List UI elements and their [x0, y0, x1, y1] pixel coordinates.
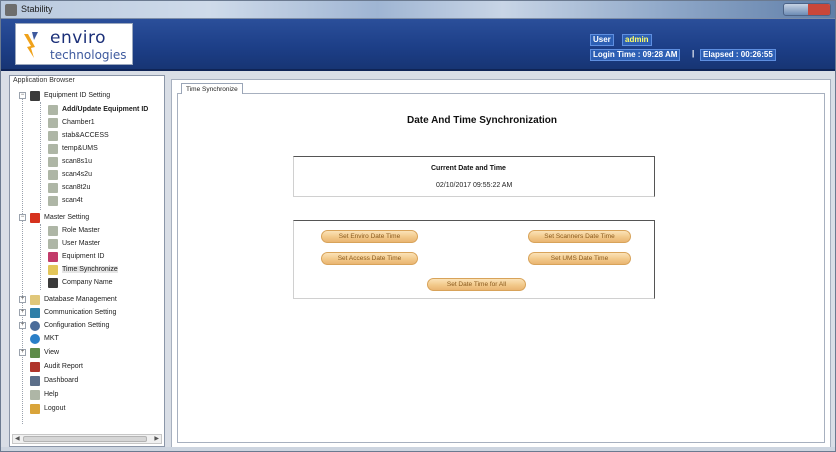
logo-text-technologies: technologies	[50, 48, 127, 62]
tree-item-stab-access[interactable]: stab&ACCESS	[48, 129, 109, 142]
tree-item-audit-report[interactable]: Audit Report	[30, 360, 83, 373]
tree-connector	[22, 92, 23, 424]
set-ums-datetime-button[interactable]: Set UMS Date Time	[528, 252, 631, 265]
set-access-datetime-button[interactable]: Set Access Date Time	[321, 252, 418, 265]
leaf-icon	[48, 104, 58, 115]
window-title: Stability	[21, 4, 53, 14]
title-bar: Stability	[1, 1, 835, 19]
bottom-edge	[1, 447, 835, 451]
tree-item-add-update-equipment-id[interactable]: Add/Update Equipment ID	[48, 103, 148, 116]
company-logo: enviro technologies	[15, 23, 133, 65]
leaf-icon	[48, 169, 58, 180]
header-separator: |	[692, 49, 695, 58]
leaf-icon	[48, 182, 58, 193]
tree-item-temp-ums[interactable]: temp&UMS	[48, 142, 98, 155]
tree-panel-title: Application Browser	[13, 77, 75, 84]
current-datetime-panel	[293, 156, 655, 197]
set-enviro-datetime-button[interactable]: Set Enviro Date Time	[321, 230, 418, 243]
expand-toggle[interactable]: +	[19, 322, 26, 329]
window-controls[interactable]	[783, 3, 831, 16]
tree-item-time-synchronize[interactable]: Time Synchronize	[48, 263, 118, 276]
leaf-icon	[48, 156, 58, 167]
user-icon	[48, 251, 58, 262]
clock-icon	[48, 264, 58, 275]
network-icon	[30, 307, 40, 318]
current-datetime-label: Current Date and Time	[431, 165, 506, 172]
tree-item-help[interactable]: Help	[30, 388, 58, 401]
tree-item-database-management[interactable]: Database Management	[30, 293, 117, 306]
tree-item-mkt[interactable]: MKT	[30, 332, 59, 345]
tree-item-scan4s2u[interactable]: scan4s2u	[48, 168, 92, 181]
tree-item-configuration-setting[interactable]: Configuration Setting	[30, 319, 109, 332]
tab-time-synchronize[interactable]: Time Synchronize	[181, 83, 243, 94]
tree-item-communication-setting[interactable]: Communication Setting	[30, 306, 116, 319]
logo-mark-icon	[24, 32, 38, 58]
tree-item-chamber1[interactable]: Chamber1	[48, 116, 95, 129]
dashboard-icon	[30, 375, 40, 386]
tree-item-equipment-id-setting[interactable]: Equipment ID Setting	[30, 89, 110, 102]
expand-toggle[interactable]: −	[19, 214, 26, 221]
leaf-icon	[48, 238, 58, 249]
logo-text-enviro: enviro	[50, 28, 107, 48]
globe-icon	[30, 333, 40, 344]
database-icon	[30, 294, 40, 305]
tree-item-user-master[interactable]: User Master	[48, 237, 100, 250]
tree-connector	[40, 102, 41, 210]
horizontal-scrollbar[interactable]: ◀ ▶	[12, 434, 162, 444]
expand-toggle[interactable]: +	[19, 296, 26, 303]
leaf-icon	[48, 195, 58, 206]
application-window: Stability enviro technologies User admin…	[0, 0, 836, 452]
logout-icon	[30, 403, 40, 414]
page-heading: Date And Time Synchronization	[407, 115, 558, 126]
expand-toggle[interactable]: +	[19, 309, 26, 316]
tree-item-master-setting[interactable]: Master Setting	[30, 211, 89, 224]
scrollbar-thumb[interactable]	[23, 436, 147, 442]
tree-item-view[interactable]: View	[30, 346, 59, 359]
gear-icon	[30, 320, 40, 331]
scroll-right-arrow-icon[interactable]: ▶	[154, 435, 159, 442]
leaf-icon	[48, 143, 58, 154]
expand-toggle[interactable]: +	[19, 349, 26, 356]
tree-item-dashboard[interactable]: Dashboard	[30, 374, 78, 387]
tree-item-role-master[interactable]: Role Master	[48, 224, 100, 237]
grid-icon	[30, 347, 40, 358]
current-datetime-value: 02/10/2017 09:55:22 AM	[436, 182, 513, 189]
set-datetime-for-all-button[interactable]: Set Date Time for All	[427, 278, 526, 291]
user-value: admin	[622, 34, 652, 46]
tree-item-company-name[interactable]: Company Name	[48, 276, 113, 289]
tree-connector	[40, 224, 41, 290]
tree-item-scan8t2u[interactable]: scan8t2u	[48, 181, 90, 194]
close-button[interactable]	[808, 4, 830, 15]
flag-icon	[30, 212, 40, 223]
app-icon	[5, 4, 17, 16]
set-scanners-datetime-button[interactable]: Set Scanners Date Time	[528, 230, 631, 243]
tree-item-equipment-id[interactable]: Equipment ID	[48, 250, 104, 263]
app-header: enviro technologies User admin Login Tim…	[1, 19, 835, 71]
computer-icon	[48, 277, 58, 288]
leaf-icon	[48, 117, 58, 128]
help-icon	[30, 389, 40, 400]
tree-item-scan4t[interactable]: scan4t	[48, 194, 83, 207]
computer-icon	[30, 90, 40, 101]
report-icon	[30, 361, 40, 372]
tree-item-logout[interactable]: Logout	[30, 402, 65, 415]
login-time: Login Time : 09:28 AM	[590, 49, 681, 61]
scroll-left-arrow-icon[interactable]: ◀	[15, 435, 20, 442]
expand-toggle[interactable]: −	[19, 92, 26, 99]
elapsed-time: Elapsed : 00:26:55	[700, 49, 776, 61]
tree-item-scan8s1u[interactable]: scan8s1u	[48, 155, 92, 168]
user-label: User	[590, 34, 614, 46]
leaf-icon	[48, 130, 58, 141]
application-browser[interactable]: Application Browser − − + + + + Equipmen…	[9, 75, 165, 447]
leaf-icon	[48, 225, 58, 236]
